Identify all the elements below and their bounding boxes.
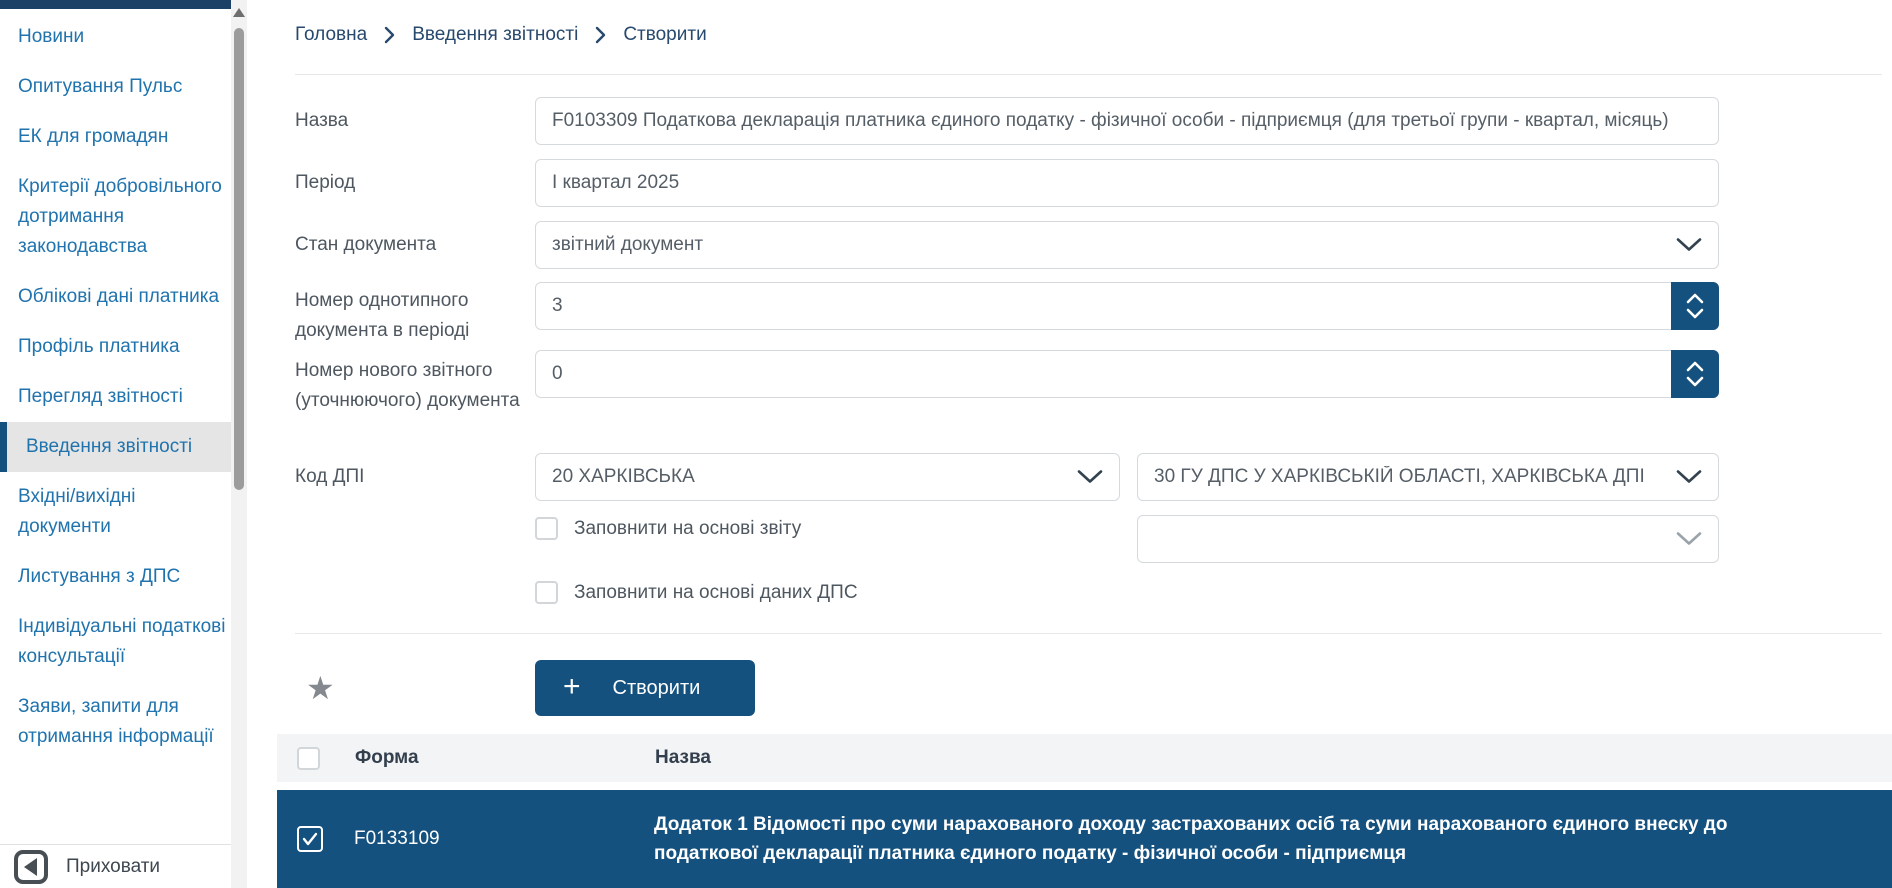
row-checkbox[interactable] [297, 826, 323, 852]
same-type-number-label: Номер однотипного документа в періоді [295, 286, 520, 346]
stepper-up-icon[interactable] [1685, 361, 1705, 373]
new-report-number-label: Номер нового звітного (уточнюючого) доку… [295, 356, 520, 416]
table-header: Форма Назва [277, 734, 1892, 782]
fill-from-dps-label: Заповнити на основі даних ДПС [574, 582, 858, 604]
main-content: Головна Введення звітності Створити Назв… [248, 0, 1892, 888]
sidebar-item-novyny[interactable]: Новини [0, 12, 232, 62]
period-field [535, 159, 1719, 207]
name-field [535, 97, 1719, 145]
scrollbar-up-arrow-icon[interactable] [233, 8, 245, 17]
name-field-label: Назва [295, 106, 520, 136]
stepper-down-icon[interactable] [1685, 376, 1705, 388]
table-row[interactable]: F0133109 Додаток 1 Відомості про суми на… [277, 790, 1892, 888]
sidebar-item-ek-dlia-hromadian[interactable]: ЕК для громадян [0, 112, 232, 162]
sidebar-item-opytuvannia-puls[interactable]: Опитування Пульс [0, 62, 232, 112]
doc-state-select[interactable]: звітний документ [535, 221, 1719, 269]
collapse-arrow-icon [14, 850, 48, 884]
sidebar-item-kryterii[interactable]: Критерії добровільного дотримання законо… [0, 162, 232, 272]
name-input[interactable] [536, 98, 1718, 144]
create-button[interactable]: + Створити [535, 660, 755, 716]
sidebar-item-vkhidni-vykhidni[interactable]: Вхідні/вихідні документи [0, 472, 232, 552]
stepper-down-icon[interactable] [1685, 308, 1705, 320]
sidebar-nav: Новини Опитування Пульс ЕК для громадян … [0, 12, 232, 762]
breadcrumb: Головна Введення звітності Створити [295, 24, 707, 46]
sidebar-scrollbar[interactable] [231, 0, 247, 888]
same-type-number-input[interactable] [536, 283, 1718, 329]
sidebar: Новини Опитування Пульс ЕК для громадян … [0, 0, 232, 888]
fill-from-report-label: Заповнити на основі звіту [574, 518, 801, 540]
app-root: Новини Опитування Пульс ЕК для громадян … [0, 0, 1892, 888]
breadcrumb-current: Створити [623, 24, 706, 46]
sidebar-item-perehliad-zvitnosti[interactable]: Перегляд звітності [0, 372, 232, 422]
divider [295, 633, 1882, 634]
collapse-sidebar-button[interactable]: Приховати [0, 844, 246, 888]
breadcrumb-home[interactable]: Головна [295, 24, 367, 46]
sidebar-item-lystuvannia-dps[interactable]: Листування з ДПС [0, 552, 232, 602]
favorite-star-icon[interactable]: ★ [306, 672, 335, 704]
collapse-label: Приховати [66, 856, 160, 878]
period-input[interactable] [536, 160, 1718, 206]
chevron-down-icon [1676, 238, 1702, 253]
divider [295, 74, 1882, 75]
dpi-office-select[interactable]: 30 ГУ ДПС У ХАРКІВСЬКІЙ ОБЛАСТІ, ХАРКІВС… [1137, 453, 1719, 501]
doc-state-value: звітний документ [536, 234, 1718, 256]
sidebar-top-bar [0, 0, 232, 9]
sidebar-item-konsultatsii[interactable]: Індивідуальні податкові консультації [0, 602, 232, 682]
breadcrumb-vvedennia-zvitnosti[interactable]: Введення звітності [412, 24, 578, 46]
new-report-number-stepper [1671, 350, 1719, 398]
row-name: Додаток 1 Відомості про суми нарахованог… [654, 810, 1824, 868]
fill-from-dps-checkbox[interactable] [535, 581, 558, 604]
chevron-right-icon [384, 26, 395, 44]
stepper-up-icon[interactable] [1685, 293, 1705, 305]
sidebar-item-zaiavy-zapyty[interactable]: Заяви, запити для отримання інформації [0, 682, 232, 762]
doc-state-label: Стан документа [295, 230, 520, 260]
empty-select[interactable] [1137, 515, 1719, 563]
scrollbar-thumb[interactable] [234, 28, 244, 490]
select-all-checkbox[interactable] [297, 747, 320, 770]
new-report-number-field [535, 350, 1719, 398]
sidebar-item-profil-platnyka[interactable]: Профіль платника [0, 322, 232, 372]
fill-from-dps-row: Заповнити на основі даних ДПС [535, 581, 858, 604]
column-header-name: Назва [655, 747, 711, 769]
sidebar-item-vvedennia-zvitnosti[interactable]: Введення звітності [0, 422, 232, 472]
chevron-down-icon [1676, 532, 1702, 547]
same-type-number-field [535, 282, 1719, 330]
fill-from-report-row: Заповнити на основі звіту [535, 517, 801, 540]
create-button-label: Створити [613, 677, 701, 700]
check-icon [301, 831, 319, 847]
dpi-code-label: Код ДПІ [295, 462, 520, 492]
fill-from-report-checkbox[interactable] [535, 517, 558, 540]
new-report-number-input[interactable] [536, 351, 1718, 397]
period-field-label: Період [295, 168, 520, 198]
sidebar-item-oblikovi-dani[interactable]: Облікові дані платника [0, 272, 232, 322]
same-type-number-stepper [1671, 282, 1719, 330]
dpi-office-value: 30 ГУ ДПС У ХАРКІВСЬКІЙ ОБЛАСТІ, ХАРКІВС… [1138, 466, 1718, 488]
chevron-down-icon [1077, 470, 1103, 485]
dpi-code-value: 20 ХАРКІВСЬКА [536, 466, 1119, 488]
chevron-right-icon [595, 26, 606, 44]
chevron-down-icon [1676, 470, 1702, 485]
dpi-code-select[interactable]: 20 ХАРКІВСЬКА [535, 453, 1120, 501]
row-form-code: F0133109 [354, 828, 654, 850]
plus-icon: + [563, 672, 581, 702]
column-header-form: Форма [355, 747, 655, 769]
